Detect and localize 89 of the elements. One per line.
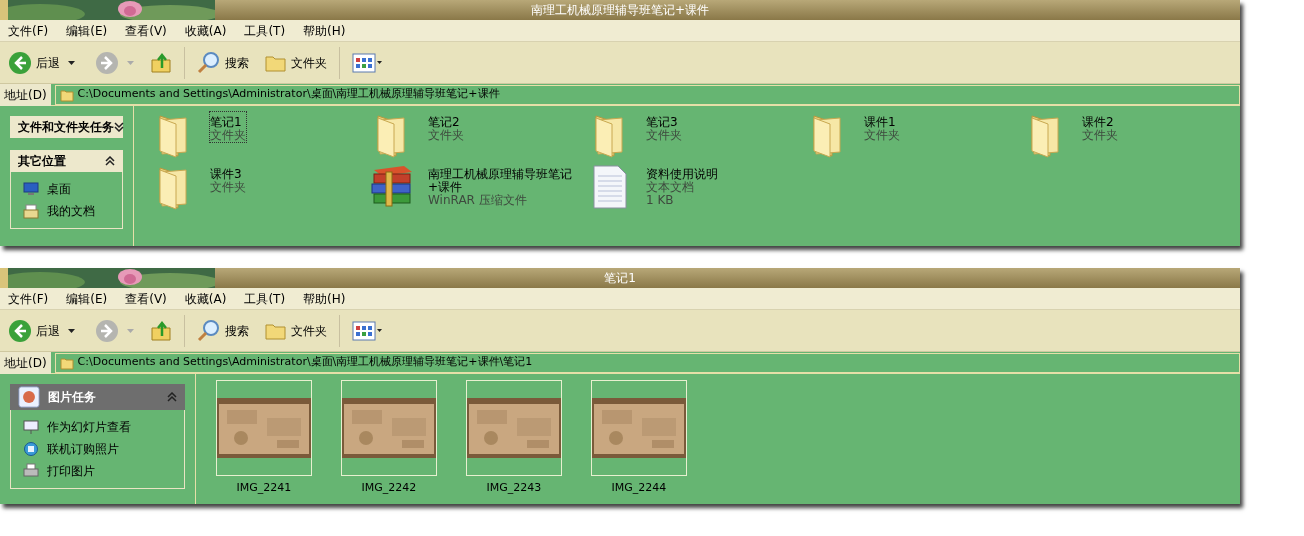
panel-header[interactable]: 图片任务	[10, 384, 185, 410]
documents-icon	[23, 203, 39, 219]
up-folder-icon[interactable]	[150, 51, 172, 74]
file-name: 笔记1	[210, 116, 243, 129]
search-button[interactable]: 搜索	[197, 50, 249, 75]
panel-header[interactable]: 其它位置	[10, 150, 123, 172]
file-name: IMG_2242	[361, 480, 417, 496]
expand-icon[interactable]	[114, 122, 124, 132]
monitor-icon	[23, 182, 39, 196]
address-field[interactable]: C:\Documents and Settings\Administrator\桌面\南理工机械原理辅导班笔记+课件\笔记1	[54, 352, 1240, 373]
file-tile-label[interactable]: 资料使用说明 文本文档 1 KB	[646, 164, 718, 207]
task-link[interactable]: 作为幻灯片查看	[47, 418, 131, 436]
window-title: 南理工机械原理辅导班笔记+课件	[530, 2, 710, 19]
file-tile-label[interactable]: 课件2 文件夹	[1082, 112, 1118, 142]
menu-item[interactable]: 收藏(A)	[184, 21, 227, 40]
globe-icon	[23, 441, 39, 457]
pictures-icon	[18, 386, 40, 408]
text-document-icon	[592, 164, 628, 210]
search-icon	[197, 50, 221, 75]
task-link[interactable]: 我的文档	[47, 202, 95, 220]
menu-item[interactable]: 文件(F)	[8, 289, 49, 308]
file-size: 1 KB	[646, 194, 675, 207]
views-button[interactable]	[352, 320, 382, 341]
address-label: 地址(D)	[0, 351, 51, 374]
folders-button[interactable]: 文件夹	[265, 320, 327, 341]
task-link[interactable]: 打印图片	[47, 462, 95, 480]
menu-item[interactable]: 文件(F)	[8, 21, 49, 40]
menu-item[interactable]: 编辑(E)	[66, 21, 108, 40]
panel-title: 其它位置	[18, 153, 66, 170]
file-name: 资料使用说明	[646, 168, 718, 181]
folder-icon	[59, 355, 74, 370]
folder-icon	[59, 87, 74, 102]
up-folder-icon[interactable]	[150, 319, 172, 342]
panel-header[interactable]: 文件和文件夹任务	[10, 116, 123, 138]
file-name: 课件1	[864, 116, 897, 129]
menu-item[interactable]: 工具(T)	[244, 289, 286, 308]
file-name: IMG_2241	[236, 480, 292, 496]
task-link[interactable]: 联机订购照片	[47, 440, 119, 458]
thumbnail-frame[interactable]	[591, 380, 687, 476]
file-name: 南理工机械原理辅导班笔记+课件	[428, 168, 573, 194]
panel-title: 图片任务	[48, 389, 96, 406]
file-tile-label[interactable]: 课件1 文件夹	[864, 112, 900, 142]
back-button[interactable]: 后退	[8, 318, 60, 343]
file-tile-label[interactable]: 笔记1 文件夹	[210, 112, 246, 142]
file-name: IMG_2244	[611, 480, 667, 496]
back-button[interactable]: 后退	[8, 50, 60, 75]
thumbnail-frame[interactable]	[466, 380, 562, 476]
file-tile-label[interactable]: 笔记2 文件夹	[428, 112, 464, 142]
file-tile-label[interactable]: 南理工机械原理辅导班笔记+课件 WinRAR 压缩文件	[428, 164, 586, 207]
file-name: 课件3	[210, 168, 243, 181]
menu-item[interactable]: 查看(V)	[125, 21, 167, 40]
menu-item[interactable]: 帮助(H)	[303, 289, 346, 308]
views-button[interactable]	[352, 52, 382, 73]
file-type: 文件夹	[1082, 129, 1118, 142]
menu-item[interactable]: 收藏(A)	[184, 289, 227, 308]
file-type: 文件夹	[428, 129, 464, 142]
file-name: 笔记2	[428, 116, 461, 129]
menu-item[interactable]: 帮助(H)	[303, 21, 346, 40]
menu-item[interactable]: 工具(T)	[244, 21, 286, 40]
search-icon	[197, 318, 221, 343]
file-type: 文件夹	[210, 181, 246, 194]
file-name: 笔记3	[646, 116, 679, 129]
collapse-icon[interactable]	[105, 156, 115, 166]
printer-icon	[23, 463, 39, 479]
menu-item[interactable]: 查看(V)	[125, 289, 167, 308]
file-type: WinRAR 压缩文件	[428, 194, 528, 207]
thumbnail-frame[interactable]	[216, 380, 312, 476]
file-type: 文件夹	[646, 129, 682, 142]
address-field[interactable]: C:\Documents and Settings\Administrator\桌面\南理工机械原理辅导班笔记+课件	[54, 84, 1240, 105]
thumbnail-frame[interactable]	[341, 380, 437, 476]
folders-button[interactable]: 文件夹	[265, 52, 327, 73]
file-type: 文件夹	[210, 129, 246, 142]
dropdown-arrow-icon[interactable]	[68, 328, 75, 333]
search-button[interactable]: 搜索	[197, 318, 249, 343]
file-tile-label[interactable]: 笔记3 文件夹	[646, 112, 682, 142]
file-type: 文本文档	[646, 181, 694, 194]
file-type: 文件夹	[864, 129, 900, 142]
file-name: IMG_2243	[486, 480, 542, 496]
task-link[interactable]: 桌面	[47, 180, 71, 198]
file-name: 课件2	[1082, 116, 1115, 129]
window-title: 笔记1	[604, 270, 636, 287]
views-icon	[352, 52, 382, 73]
address-label: 地址(D)	[0, 83, 51, 106]
file-tile-label[interactable]: 课件3 文件夹	[210, 164, 246, 194]
views-icon	[352, 320, 382, 341]
menu-item[interactable]: 编辑(E)	[66, 289, 108, 308]
dropdown-arrow-icon[interactable]	[68, 60, 75, 65]
screen-icon	[23, 419, 39, 435]
panel-title: 文件和文件夹任务	[18, 119, 114, 136]
